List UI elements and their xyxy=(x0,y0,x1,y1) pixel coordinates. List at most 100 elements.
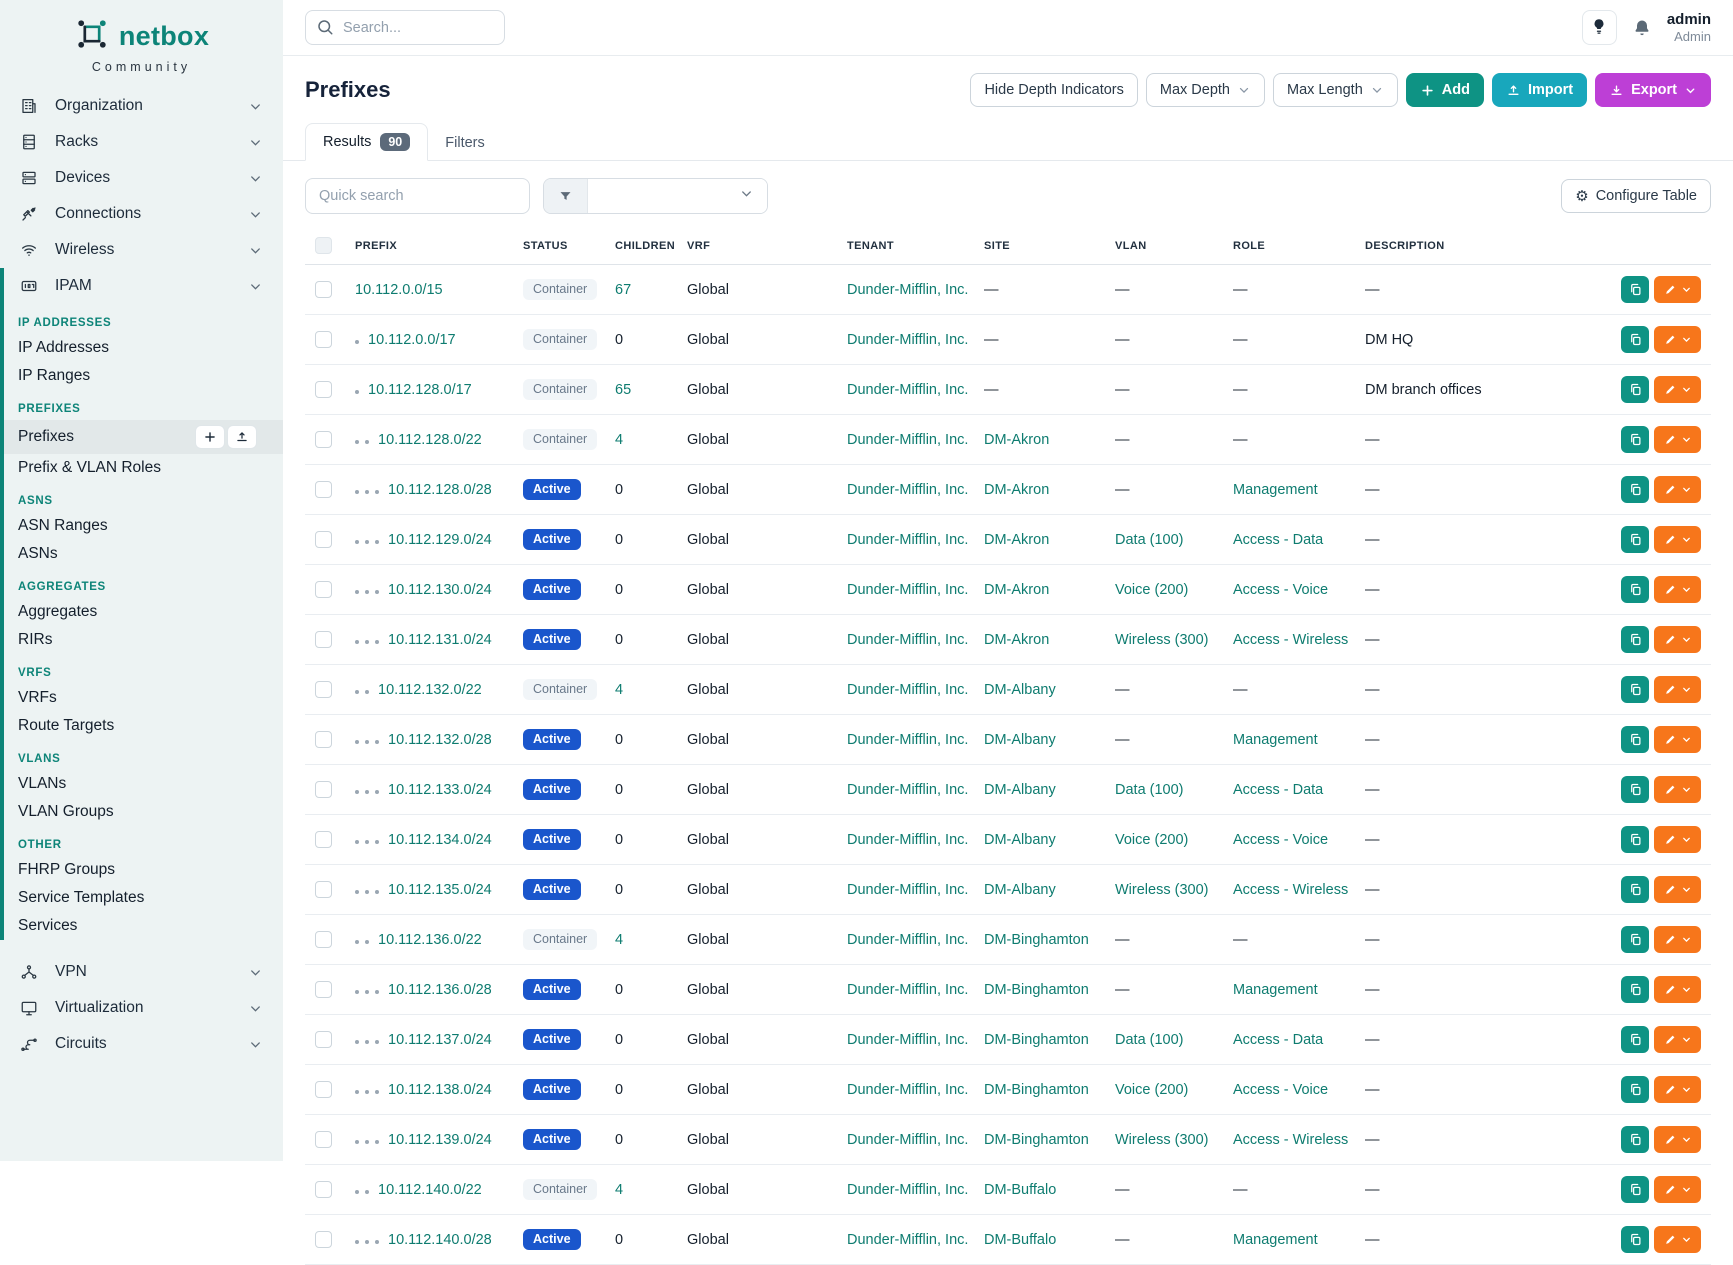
sidebar-group-vpn[interactable]: VPN xyxy=(0,954,283,990)
prefix-link[interactable]: 10.112.128.0/28 xyxy=(388,482,492,498)
tenant-link[interactable]: Dunder-Mifflin, Inc. xyxy=(847,382,968,398)
vlan-link[interactable]: Wireless (300) xyxy=(1115,632,1208,648)
edit-dropdown-button[interactable] xyxy=(1654,676,1701,703)
copy-button[interactable] xyxy=(1621,676,1649,703)
edit-dropdown-button[interactable] xyxy=(1654,276,1701,303)
prefix-link[interactable]: 10.112.132.0/28 xyxy=(388,732,492,748)
copy-button[interactable] xyxy=(1621,1126,1649,1153)
sidebar-item-vrfs[interactable]: VRFs xyxy=(4,684,283,712)
children-count[interactable]: 4 xyxy=(615,432,623,448)
tenant-link[interactable]: Dunder-Mifflin, Inc. xyxy=(847,982,968,998)
prefix-link[interactable]: 10.112.140.0/22 xyxy=(378,1182,482,1198)
sidebar-item-services[interactable]: Services xyxy=(4,912,283,940)
edit-dropdown-button[interactable] xyxy=(1654,626,1701,653)
copy-button[interactable] xyxy=(1621,926,1649,953)
theme-toggle-button[interactable] xyxy=(1582,10,1617,45)
tenant-link[interactable]: Dunder-Mifflin, Inc. xyxy=(847,732,968,748)
site-link[interactable]: DM-Binghamton xyxy=(984,932,1089,948)
role-link[interactable]: Access - Wireless xyxy=(1233,882,1348,898)
site-link[interactable]: DM-Buffalo xyxy=(984,1232,1056,1248)
prefix-link[interactable]: 10.112.0.0/17 xyxy=(368,332,456,348)
max-length-dropdown[interactable]: Max Length xyxy=(1273,73,1398,107)
children-count[interactable]: 67 xyxy=(615,282,631,298)
copy-button[interactable] xyxy=(1621,626,1649,653)
sidebar-item-rirs[interactable]: RIRs xyxy=(4,626,283,654)
prefix-link[interactable]: 10.112.128.0/22 xyxy=(378,432,482,448)
role-link[interactable]: Access - Wireless xyxy=(1233,632,1348,648)
edit-dropdown-button[interactable] xyxy=(1654,326,1701,353)
column-header-vrf[interactable]: VRF xyxy=(677,227,837,265)
copy-button[interactable] xyxy=(1621,326,1649,353)
column-header-vlan[interactable]: VLAN xyxy=(1105,227,1223,265)
tenant-link[interactable]: Dunder-Mifflin, Inc. xyxy=(847,932,968,948)
edit-dropdown-button[interactable] xyxy=(1654,726,1701,753)
tenant-link[interactable]: Dunder-Mifflin, Inc. xyxy=(847,1232,968,1248)
row-checkbox[interactable] xyxy=(315,631,332,648)
children-count[interactable]: 4 xyxy=(615,682,623,698)
prefix-link[interactable]: 10.112.0.0/15 xyxy=(355,282,443,298)
row-checkbox[interactable] xyxy=(315,381,332,398)
prefix-link[interactable]: 10.112.135.0/24 xyxy=(388,882,492,898)
copy-button[interactable] xyxy=(1621,426,1649,453)
tenant-link[interactable]: Dunder-Mifflin, Inc. xyxy=(847,332,968,348)
copy-button[interactable] xyxy=(1621,376,1649,403)
sidebar-group-ipam[interactable]: IPAM xyxy=(4,268,283,304)
tenant-link[interactable]: Dunder-Mifflin, Inc. xyxy=(847,782,968,798)
edit-dropdown-button[interactable] xyxy=(1654,426,1701,453)
edit-dropdown-button[interactable] xyxy=(1654,526,1701,553)
user-menu[interactable]: admin Admin xyxy=(1667,11,1711,45)
sidebar-item-ip-ranges[interactable]: IP Ranges xyxy=(4,362,283,390)
vlan-link[interactable]: Data (100) xyxy=(1115,532,1184,548)
row-checkbox[interactable] xyxy=(315,981,332,998)
sidebar-item-asns[interactable]: ASNs xyxy=(4,540,283,568)
sidebar-group-organization[interactable]: Organization xyxy=(0,88,283,124)
site-link[interactable]: DM-Albany xyxy=(984,732,1056,748)
site-link[interactable]: DM-Akron xyxy=(984,482,1049,498)
row-checkbox[interactable] xyxy=(315,881,332,898)
role-link[interactable]: Access - Voice xyxy=(1233,582,1328,598)
site-link[interactable]: DM-Binghamton xyxy=(984,1132,1089,1148)
edit-dropdown-button[interactable] xyxy=(1654,926,1701,953)
row-checkbox[interactable] xyxy=(315,281,332,298)
site-link[interactable]: DM-Akron xyxy=(984,632,1049,648)
copy-button[interactable] xyxy=(1621,726,1649,753)
edit-dropdown-button[interactable] xyxy=(1654,476,1701,503)
prefix-link[interactable]: 10.112.131.0/24 xyxy=(388,632,492,648)
prefix-link[interactable]: 10.112.138.0/24 xyxy=(388,1082,492,1098)
vlan-link[interactable]: Data (100) xyxy=(1115,782,1184,798)
vlan-link[interactable]: Wireless (300) xyxy=(1115,1132,1208,1148)
quick-import-button[interactable] xyxy=(227,425,257,449)
edit-dropdown-button[interactable] xyxy=(1654,1126,1701,1153)
site-link[interactable]: DM-Binghamton xyxy=(984,1082,1089,1098)
tenant-link[interactable]: Dunder-Mifflin, Inc. xyxy=(847,532,968,548)
row-checkbox[interactable] xyxy=(315,1031,332,1048)
copy-button[interactable] xyxy=(1621,826,1649,853)
tenant-link[interactable]: Dunder-Mifflin, Inc. xyxy=(847,632,968,648)
column-header-prefix[interactable]: PREFIX xyxy=(345,227,513,265)
copy-button[interactable] xyxy=(1621,276,1649,303)
row-checkbox[interactable] xyxy=(315,431,332,448)
vlan-link[interactable]: Voice (200) xyxy=(1115,582,1188,598)
role-link[interactable]: Access - Wireless xyxy=(1233,1132,1348,1148)
role-link[interactable]: Access - Data xyxy=(1233,782,1323,798)
site-link[interactable]: DM-Akron xyxy=(984,532,1049,548)
copy-button[interactable] xyxy=(1621,1026,1649,1053)
prefix-link[interactable]: 10.112.130.0/24 xyxy=(388,582,492,598)
role-link[interactable]: Access - Data xyxy=(1233,1032,1323,1048)
site-link[interactable]: DM-Albany xyxy=(984,682,1056,698)
site-link[interactable]: DM-Akron xyxy=(984,582,1049,598)
copy-button[interactable] xyxy=(1621,776,1649,803)
sidebar-item-route-targets[interactable]: Route Targets xyxy=(4,712,283,740)
vlan-link[interactable]: Data (100) xyxy=(1115,1032,1184,1048)
row-checkbox[interactable] xyxy=(315,531,332,548)
sidebar-group-racks[interactable]: Racks xyxy=(0,124,283,160)
role-link[interactable]: Management xyxy=(1233,482,1318,498)
row-checkbox[interactable] xyxy=(315,931,332,948)
tenant-link[interactable]: Dunder-Mifflin, Inc. xyxy=(847,832,968,848)
tenant-link[interactable]: Dunder-Mifflin, Inc. xyxy=(847,282,968,298)
vlan-link[interactable]: Voice (200) xyxy=(1115,832,1188,848)
brand[interactable]: netbox Community xyxy=(0,0,283,78)
prefix-link[interactable]: 10.112.136.0/28 xyxy=(388,982,492,998)
prefix-link[interactable]: 10.112.128.0/17 xyxy=(368,382,472,398)
search-input[interactable] xyxy=(305,10,505,45)
